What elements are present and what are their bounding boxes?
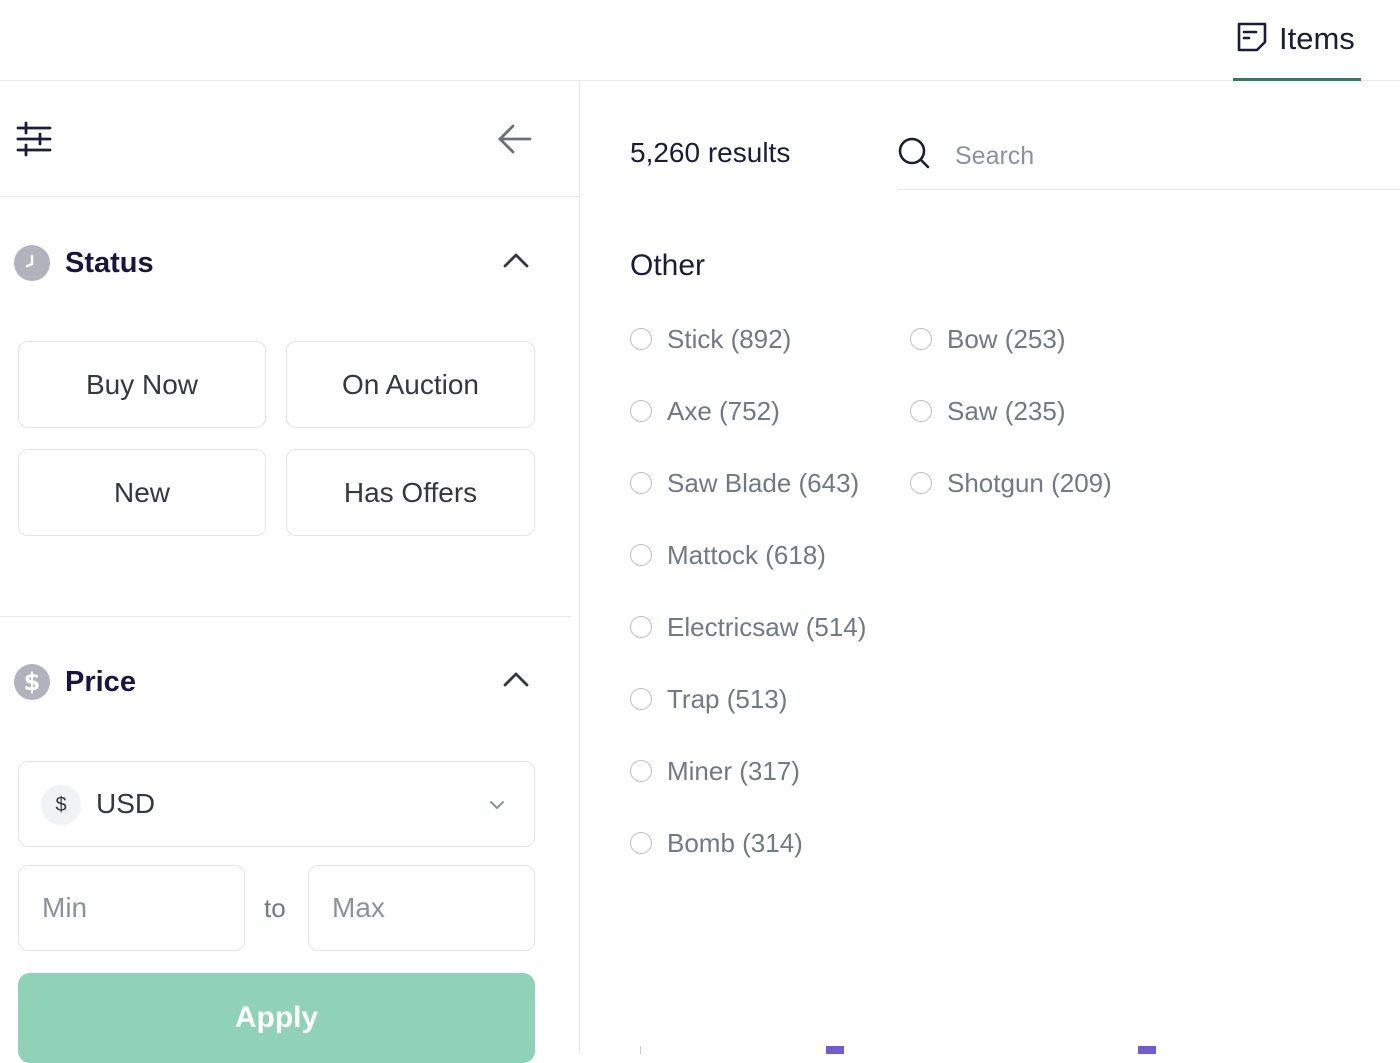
option-axe[interactable]: Axe (752) (630, 391, 780, 431)
to-label: to (264, 893, 286, 923)
chevron-down-icon (487, 795, 507, 820)
option-label: Saw Blade (643) (667, 467, 860, 498)
tab-items-label: Items (1279, 21, 1355, 56)
status-chip-buy-now[interactable]: Buy Now (18, 341, 266, 428)
status-chip-new[interactable]: New (18, 449, 266, 536)
radio-button[interactable] (630, 832, 652, 854)
price-title: Price (65, 665, 136, 698)
option-label: Shotgun (209) (947, 467, 1112, 498)
option-label: Saw (235) (947, 395, 1066, 426)
radio-button[interactable] (630, 328, 652, 350)
currency-select[interactable]: $ USD (18, 761, 535, 847)
tab-items[interactable]: Items (1233, 0, 1361, 81)
max-price-input[interactable] (308, 865, 535, 951)
top-bar: Items (0, 0, 1400, 81)
cut-off-content-peek (640, 1046, 1400, 1054)
radio-button[interactable] (630, 688, 652, 710)
option-bomb[interactable]: Bomb (314) (630, 823, 803, 863)
section-divider (0, 616, 571, 617)
currency-value: USD (96, 788, 156, 819)
peek-badge (1138, 1046, 1156, 1054)
option-label: Bow (253) (947, 323, 1066, 354)
radio-button[interactable] (630, 616, 652, 638)
option-label: Electricsaw (514) (667, 611, 867, 642)
option-label: Stick (892) (667, 323, 792, 354)
status-title: Status (65, 246, 154, 279)
option-trap[interactable]: Trap (513) (630, 679, 787, 719)
option-saw-blade[interactable]: Saw Blade (643) (630, 463, 859, 503)
option-saw[interactable]: Saw (235) (910, 391, 1066, 431)
sidebar-header (0, 81, 579, 197)
search-icon (897, 136, 931, 175)
peek-badge (826, 1046, 844, 1054)
option-shotgun[interactable]: Shotgun (209) (910, 463, 1112, 503)
option-label: Miner (317) (667, 755, 800, 786)
group-title-other: Other (630, 249, 706, 282)
min-price-input[interactable] (18, 865, 245, 951)
option-miner[interactable]: Miner (317) (630, 751, 800, 791)
option-mattock[interactable]: Mattock (618) (630, 535, 826, 575)
option-label: Bomb (314) (667, 827, 803, 858)
search-input[interactable] (955, 136, 1385, 176)
status-chip-has-offers[interactable]: Has Offers (286, 449, 535, 536)
radio-button[interactable] (910, 400, 932, 422)
radio-button[interactable] (910, 328, 932, 350)
option-electricsaw[interactable]: Electricsaw (514) (630, 607, 866, 647)
clock-icon (14, 245, 50, 281)
dollar-icon: $ (14, 664, 50, 700)
radio-button[interactable] (630, 760, 652, 782)
status-section-header[interactable]: Status (0, 233, 579, 293)
option-bow[interactable]: Bow (253) (910, 319, 1066, 359)
currency-coin-icon: $ (41, 785, 81, 825)
option-stick[interactable]: Stick (892) (630, 319, 791, 359)
filter-sidebar: Status Buy Now On Auction New Has Offers… (0, 81, 580, 1063)
search-bar (897, 118, 1400, 190)
option-label: Axe (752) (667, 395, 780, 426)
price-section-header[interactable]: $ Price (0, 652, 579, 712)
radio-button[interactable] (910, 472, 932, 494)
items-icon (1235, 20, 1269, 59)
filter-sliders-icon[interactable] (16, 121, 52, 157)
radio-button[interactable] (630, 472, 652, 494)
status-chip-on-auction[interactable]: On Auction (286, 341, 535, 428)
chevron-up-icon[interactable] (500, 245, 532, 282)
collapse-arrow-left-icon[interactable] (497, 121, 533, 157)
apply-button[interactable]: Apply (18, 973, 535, 1063)
radio-button[interactable] (630, 544, 652, 566)
option-label: Mattock (618) (667, 539, 826, 570)
results-count: 5,260 results (630, 137, 791, 168)
peek-divider (640, 1046, 641, 1054)
chevron-up-icon[interactable] (500, 664, 532, 701)
option-label: Trap (513) (667, 683, 788, 714)
radio-button[interactable] (630, 400, 652, 422)
